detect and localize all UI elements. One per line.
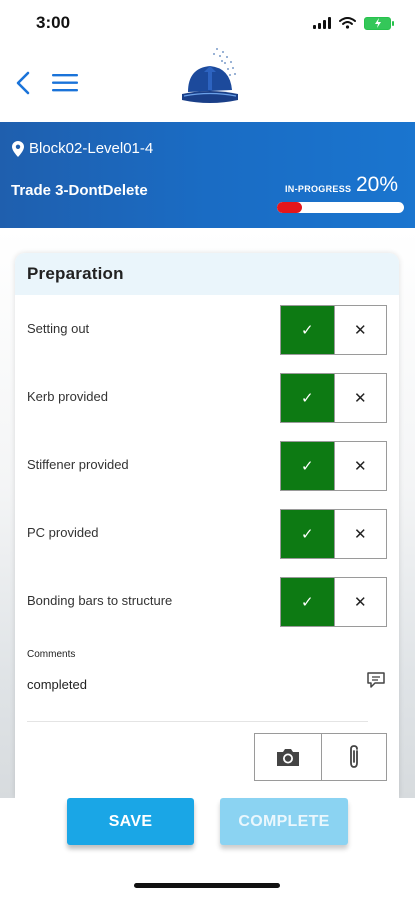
no-button[interactable]: ✕ xyxy=(333,442,386,490)
progress-bar xyxy=(277,202,404,213)
menu-button[interactable] xyxy=(52,72,80,94)
nav-bar xyxy=(0,46,415,122)
progress-percent: 20% xyxy=(356,173,399,196)
divider xyxy=(27,721,368,722)
menu-icon xyxy=(52,74,78,92)
back-chevron-icon xyxy=(16,71,30,95)
trade-title: Trade 3-DontDelete xyxy=(11,182,148,199)
location-pin-icon xyxy=(12,140,24,157)
signal-icon xyxy=(313,17,331,29)
progress-bar-fill xyxy=(277,202,303,213)
back-button[interactable] xyxy=(12,68,34,98)
status-bar: 3:00 xyxy=(0,0,415,46)
checklist-row: Kerb provided ✓ ✕ xyxy=(15,373,399,423)
checklist-row-label: Kerb provided xyxy=(27,389,108,404)
no-button[interactable]: ✕ xyxy=(333,578,386,626)
yes-button[interactable]: ✓ xyxy=(281,578,334,626)
checklist-row: Bonding bars to structure ✓ ✕ xyxy=(15,577,399,627)
home-indicator xyxy=(134,883,280,888)
save-button[interactable]: SAVE xyxy=(67,798,194,845)
progress-status: IN-PROGRESS xyxy=(285,184,352,194)
attachment-buttons xyxy=(254,733,387,781)
yes-button[interactable]: ✓ xyxy=(281,306,334,354)
card-title: Preparation xyxy=(15,253,399,295)
hardhat-logo xyxy=(182,48,238,103)
yes-no-toggle: ✓ ✕ xyxy=(280,509,387,559)
checklist-row: PC provided ✓ ✕ xyxy=(15,509,399,559)
complete-button[interactable]: COMPLETE xyxy=(220,798,348,845)
checklist-row-label: Bonding bars to structure xyxy=(27,593,173,608)
location-text: Block02-Level01-4 xyxy=(29,140,154,157)
yes-no-toggle: ✓ ✕ xyxy=(280,305,387,355)
attach-file-button[interactable] xyxy=(320,734,387,780)
paperclip-icon xyxy=(349,745,358,768)
no-button[interactable]: ✕ xyxy=(333,374,386,422)
yes-no-toggle: ✓ ✕ xyxy=(280,441,387,491)
comment-icon[interactable] xyxy=(365,669,387,691)
yes-button[interactable]: ✓ xyxy=(281,374,334,422)
no-button[interactable]: ✕ xyxy=(333,510,386,558)
checklist-row: Setting out ✓ ✕ xyxy=(15,305,399,355)
status-icons xyxy=(313,16,394,30)
camera-button[interactable] xyxy=(255,734,321,780)
task-banner: Block02-Level01-4 Trade 3-DontDelete IN-… xyxy=(0,122,415,228)
yes-no-toggle: ✓ ✕ xyxy=(280,373,387,423)
camera-icon xyxy=(276,749,299,766)
battery-icon xyxy=(364,16,394,30)
checklist-row-label: PC provided xyxy=(27,525,99,540)
yes-button[interactable]: ✓ xyxy=(281,442,334,490)
location: Block02-Level01-4 xyxy=(12,140,153,157)
footer: SAVE COMPLETE xyxy=(0,798,415,900)
status-time: 3:00 xyxy=(36,13,71,32)
checklist-row-label: Setting out xyxy=(27,321,90,336)
checklist-row-label: Stiffener provided xyxy=(27,457,129,472)
checklist-row: Stiffener provided ✓ ✕ xyxy=(15,441,399,491)
yes-no-toggle: ✓ ✕ xyxy=(280,577,387,627)
checklist-card: Preparation Setting out ✓ ✕ Kerb provide… xyxy=(15,253,399,798)
yes-button[interactable]: ✓ xyxy=(281,510,334,558)
no-button[interactable]: ✕ xyxy=(333,306,386,354)
comments-label: Comments xyxy=(27,649,76,660)
comments-field[interactable]: completed xyxy=(27,677,87,692)
wifi-icon xyxy=(339,17,356,29)
